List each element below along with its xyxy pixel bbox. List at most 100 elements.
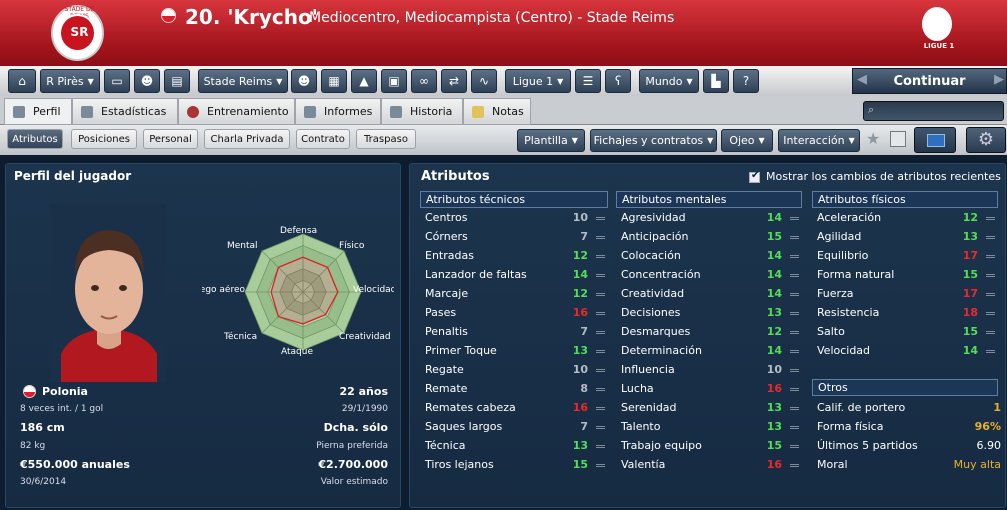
continue-button[interactable]: ◀ Continuar ▶ <box>852 68 1007 94</box>
scouting-button[interactable]: ∞ <box>411 69 437 93</box>
subtab-charla-privada[interactable]: Charla Privada <box>204 129 290 149</box>
attribute-row[interactable]: Técnica 13 <box>425 437 608 456</box>
training-button[interactable]: ▲ <box>351 69 377 93</box>
manager-dropdown[interactable]: R Pirès ▼ <box>40 69 100 93</box>
attribute-value: 13 <box>766 420 782 433</box>
attribute-row[interactable]: Últimos 5 partidos 6.90 <box>817 437 1001 456</box>
attribute-row[interactable]: Saques largos 7 <box>425 418 608 437</box>
subtab-personal[interactable]: Personal <box>143 129 198 149</box>
preferred-foot: Dcha. sólo <box>323 421 388 434</box>
attribute-value: 96% <box>974 420 1001 433</box>
screen-button[interactable] <box>914 127 956 153</box>
attribute-row[interactable]: Concentración 14 <box>621 266 802 285</box>
tab-informes[interactable]: Informes <box>295 98 381 125</box>
attribute-row[interactable]: Tiros lejanos 15 <box>425 456 608 475</box>
attribute-row[interactable]: Decisiones 13 <box>621 304 802 323</box>
schedule-button[interactable]: ▣ <box>381 69 407 93</box>
search-input[interactable]: ⌕ <box>863 101 1004 121</box>
league-logo[interactable]: LIGUE 1 <box>906 4 1001 62</box>
tab-label: Historia <box>410 105 453 118</box>
attribute-row[interactable]: Forma física 96% <box>817 418 1001 437</box>
club-dropdown[interactable]: Stade Reims ▼ <box>198 69 288 93</box>
tab-perfil[interactable]: Perfil <box>4 98 72 125</box>
tab-notas[interactable]: Notas <box>463 98 531 125</box>
subtab-posiciones[interactable]: Posiciones <box>71 129 137 149</box>
ojeo-dropdown[interactable]: Ojeo ▼ <box>721 129 773 152</box>
profile-panel: Perfil del jugador Defensa Físico Veloci… <box>5 163 401 508</box>
attribute-row[interactable]: Pases 16 <box>425 304 608 323</box>
attribute-row[interactable]: Valentía 16 <box>621 456 802 475</box>
attribute-row[interactable]: Determinación 14 <box>621 342 802 361</box>
attribute-row[interactable]: Fuerza 17 <box>817 285 998 304</box>
inbox-button[interactable]: ▭ <box>104 69 130 93</box>
subtab-contrato[interactable]: Contrato <box>296 129 350 149</box>
attribute-row[interactable]: Agilidad 13 <box>817 228 998 247</box>
attribute-row[interactable]: Anticipación 15 <box>621 228 802 247</box>
attribute-row[interactable]: Aceleración 12 <box>817 209 998 228</box>
nation[interactable]: Polonia <box>42 385 88 398</box>
attribute-row[interactable]: Entradas 12 <box>425 247 608 266</box>
attribute-row[interactable]: Velocidad 14 <box>817 342 998 361</box>
attribute-row[interactable]: Lanzador de faltas 14 <box>425 266 608 285</box>
tab-entrenamiento[interactable]: Entrenamiento <box>178 98 295 125</box>
note-add-icon[interactable] <box>890 131 906 147</box>
attribute-row[interactable]: Equilibrio 17 <box>817 247 998 266</box>
attribute-row[interactable]: Desmarques 12 <box>621 323 802 342</box>
subtab-atributos[interactable]: Atributos <box>7 129 63 149</box>
transfers-button[interactable]: ⇄ <box>441 69 467 93</box>
interaccion-dropdown[interactable]: Interacción ▼ <box>778 129 860 152</box>
stats-button[interactable]: ʕ <box>605 69 631 93</box>
attribute-row[interactable]: Talento 13 <box>621 418 802 437</box>
attribute-row[interactable]: Influencia 10 <box>621 361 802 380</box>
attribute-row[interactable]: Remate 8 <box>425 380 608 399</box>
plantilla-dropdown[interactable]: Plantilla ▼ <box>517 129 585 152</box>
attribute-row[interactable]: Primer Toque 13 <box>425 342 608 361</box>
forward-arrow-icon[interactable]: ▶ <box>994 72 1004 87</box>
attribute-row[interactable]: Creatividad 14 <box>621 285 802 304</box>
attribute-value: 15 <box>766 439 782 452</box>
attribute-name: Fuerza <box>817 287 854 300</box>
trend-flat-icon <box>596 445 605 448</box>
attribute-row[interactable]: Salto 15 <box>817 323 998 342</box>
show-changes-checkbox[interactable]: ✔ <box>749 170 760 183</box>
attribute-row[interactable]: Forma natural 15 <box>817 266 998 285</box>
attribute-row[interactable]: Colocación 14 <box>621 247 802 266</box>
attribute-row[interactable]: Resistencia 18 <box>817 304 998 323</box>
attribute-value: 12 <box>572 249 588 262</box>
attribute-row[interactable]: Lucha 16 <box>621 380 802 399</box>
back-arrow-icon[interactable]: ◀ <box>857 72 867 87</box>
attribute-row[interactable]: Serenidad 13 <box>621 399 802 418</box>
attribute-name: Moral <box>817 458 848 471</box>
table-button[interactable]: ☰ <box>575 69 601 93</box>
player-photo[interactable] <box>51 204 166 382</box>
league-dropdown[interactable]: Ligue 1 ▼ <box>505 69 571 93</box>
attribute-row[interactable]: Moral Muy alta <box>817 456 1001 475</box>
attribute-row[interactable]: Penaltis 7 <box>425 323 608 342</box>
attribute-name: Remate <box>425 382 468 395</box>
tactics-button[interactable]: ▦ <box>321 69 347 93</box>
attribute-row[interactable]: Trabajo equipo 15 <box>621 437 802 456</box>
star-icon[interactable]: ★ <box>866 129 880 148</box>
attribute-row[interactable]: Agresividad 14 <box>621 209 802 228</box>
finances-button[interactable]: ∿ <box>471 69 497 93</box>
subtab-traspaso[interactable]: Traspaso <box>356 129 416 149</box>
attribute-row[interactable]: Regate 10 <box>425 361 608 380</box>
tab-estadisticas[interactable]: Estadísticas <box>72 98 178 125</box>
tab-historia[interactable]: Historia <box>381 98 463 125</box>
podium-button[interactable]: ▙ <box>703 69 729 93</box>
help-button[interactable]: ? <box>733 69 759 93</box>
attribute-row[interactable]: Remates cabeza 16 <box>425 399 608 418</box>
home-button[interactable]: ⌂ <box>8 69 36 93</box>
fichajes-dropdown[interactable]: Fichajes y contratos ▼ <box>590 129 717 152</box>
clipboard-button[interactable]: ▤ <box>164 69 190 93</box>
attribute-row[interactable]: Córners 7 <box>425 228 608 247</box>
attribute-row[interactable]: Centros 10 <box>425 209 608 228</box>
world-dropdown[interactable]: Mundo ▼ <box>639 69 699 93</box>
attribute-row[interactable]: Calif. de portero 1 <box>817 399 1001 418</box>
attribute-name: Centros <box>425 211 468 224</box>
settings-button[interactable]: ⚙ <box>966 127 1006 153</box>
squad-button[interactable]: ☻ <box>291 69 317 93</box>
club-crest[interactable]: STADE DE REIMS SR <box>51 5 104 61</box>
attribute-row[interactable]: Marcaje 12 <box>425 285 608 304</box>
staff-button[interactable]: ☻ <box>134 69 160 93</box>
